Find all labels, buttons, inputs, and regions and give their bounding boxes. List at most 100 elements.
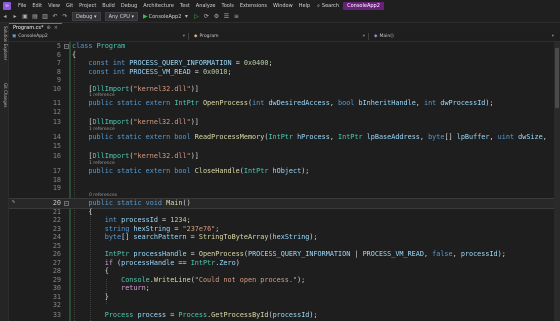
code-line[interactable]: 32 [9,301,560,310]
pin-icon[interactable]: ⊕ [47,25,51,31]
line-number: 14 [52,133,61,141]
tools-icon[interactable]: ⚙ [213,13,220,20]
code-line[interactable]: 14 public static extern bool ReadProcess… [9,133,560,142]
references-codelens[interactable]: 0 references [89,193,117,199]
code-line[interactable]: 19 [9,184,560,193]
references-codelens[interactable]: 1 reference [89,161,115,167]
menu-window[interactable]: Window [270,3,296,9]
menu-file[interactable]: File [15,3,29,9]
code-editor[interactable]: 5 − class Program 6 { 7 const int PROCES… [9,42,560,321]
csharp-project-icon: ▣ [12,34,17,39]
code-line[interactable]: 17 public static extern bool CloseHandle… [9,167,560,176]
code-line[interactable]: 16 [DllImport("kernel32.dll")] [9,152,560,161]
line-number: 22 [52,216,61,224]
collapse-icon[interactable]: − [64,200,69,206]
code-line[interactable]: 5 − class Program [9,42,560,51]
chevron-down-icon[interactable]: ▾ [183,13,190,20]
menu-build[interactable]: Build [99,3,118,9]
code-line[interactable]: 9 [9,76,560,85]
new-item-icon[interactable]: ▣ [22,13,29,20]
quick-actions-icon[interactable]: ✎ [12,199,15,205]
code-line[interactable]: 15 [9,142,560,151]
configuration-select[interactable]: Debug ▾ [72,12,101,21]
line-number: 25 [52,241,61,250]
platform-value: Any CPU [108,13,130,20]
search-label: Search [321,2,340,9]
menu-git[interactable]: Git [63,3,76,9]
search-box[interactable]: ⌕ Search [317,3,339,9]
undo-icon[interactable]: ↶ [52,13,59,20]
collapse-icon[interactable]: − [64,43,69,49]
line-number: 13 [52,118,61,126]
code-text: return; [72,284,150,292]
save-icon[interactable]: ▤ [32,13,39,20]
code-text: { [72,207,93,216]
format-icon[interactable]: ☰ [223,13,230,20]
menu-test[interactable]: Test [177,3,193,9]
menu-extensions[interactable]: Extensions [237,3,270,9]
run-target-button[interactable]: ConsoleApp2 [149,14,182,20]
line-number: 17 [52,167,61,175]
code-line[interactable]: 33 Process process = Process.GetProcessB… [9,311,560,320]
start-debugging-icon[interactable]: ▶ [143,13,148,20]
project-dropdown[interactable]: ▣ ConsoleApp2 ▾ [9,33,189,40]
menu-architecture[interactable]: Architecture [140,3,177,9]
code-line[interactable]: 12 [9,108,560,117]
code-text: public static extern bool CloseHandle(In… [72,167,310,175]
redo-icon[interactable]: ↷ [62,13,69,20]
current-code-line[interactable]: ✎ 20 − public static void Main() [9,198,560,209]
menu-debug[interactable]: Debug [118,3,140,9]
hot-reload-icon[interactable]: ⟳ [203,13,210,20]
scrollbar-thumb[interactable] [555,48,559,108]
save-all-icon[interactable]: ▥ [42,13,49,20]
comment-icon[interactable]: ≡ [233,13,240,20]
code-line[interactable]: 27 if (processHandle == IntPtr.Zero) [9,259,560,268]
code-line[interactable]: 22 int processId = 1234; [9,216,560,225]
menu-edit[interactable]: Edit [29,3,45,9]
menu-tools[interactable]: Tools [218,3,236,9]
close-icon[interactable]: × [54,25,58,31]
menu-analyze[interactable]: Analyze [193,3,219,9]
member-dropdown[interactable]: ◆ Main() ▾ [371,33,557,40]
code-line[interactable]: 6 { [9,51,560,60]
code-line[interactable]: 28 { [9,267,560,276]
line-number: 30 [52,284,61,292]
vertical-scrollbar[interactable] [554,42,560,321]
start-without-debugging-icon[interactable]: ▷ [193,13,200,20]
code-line[interactable]: 18 [9,176,560,185]
forward-icon[interactable]: ▸ [12,13,19,20]
code-line[interactable]: 25 [9,242,560,251]
code-text: } [72,292,109,301]
code-line[interactable]: 29 Console.WriteLine("Could not open pro… [9,276,560,285]
menu-project[interactable]: Project [76,3,99,9]
git-changes-tab[interactable]: Git Changes [0,83,8,107]
references-codelens[interactable]: 1 reference [89,127,115,133]
code-line[interactable]: 31 } [9,293,560,302]
solution-explorer-tab[interactable]: Solution Explorer [0,26,8,60]
codelens-row: 1 reference [9,127,560,133]
visual-studio-logo-icon[interactable]: ∞ [3,1,11,10]
line-number: 9 [56,76,61,84]
code-text: public static extern bool ReadProcessMem… [72,133,547,141]
code-text: int processId = 1234; [72,216,191,224]
class-dropdown[interactable]: ◆ Program ▾ [191,33,369,40]
navigation-bar: ▣ ConsoleApp2 ▾ ◆ Program ▾ ◆ Main() ▾ [9,33,560,42]
code-line[interactable]: 23 string hexString = "237e76"; [9,225,560,234]
code-line[interactable]: 30 return; [9,284,560,293]
code-line[interactable]: 21 { [9,208,560,217]
menu-help[interactable]: Help [296,3,313,9]
tab-program-cs[interactable]: Program.cs* ⊕ × [9,23,62,32]
code-line[interactable]: 10 [DllImport("kernel32.dll")] [9,85,560,94]
project-name-badge: ConsoleApp2 [343,1,384,10]
code-line[interactable]: 11 public static extern IntPtr OpenProce… [9,99,560,108]
code-line[interactable]: 24 byte[] searchPattern = StringToByteAr… [9,233,560,242]
back-icon[interactable]: ◂ [2,13,9,20]
line-number: 15 [52,141,61,150]
code-line[interactable]: 7 const int PROCESS_QUERY_INFORMATION = … [9,59,560,68]
code-line[interactable]: 26 IntPtr processHandle = OpenProcess(PR… [9,250,560,259]
platform-select[interactable]: Any CPU ▾ [104,12,138,21]
code-line[interactable]: 13 [DllImport("kernel32.dll")] [9,118,560,127]
line-number: 19 [52,184,61,192]
menu-view[interactable]: View [45,3,63,9]
code-line[interactable]: 8 const int PROCESS_VM_READ = 0x0010; [9,68,560,77]
